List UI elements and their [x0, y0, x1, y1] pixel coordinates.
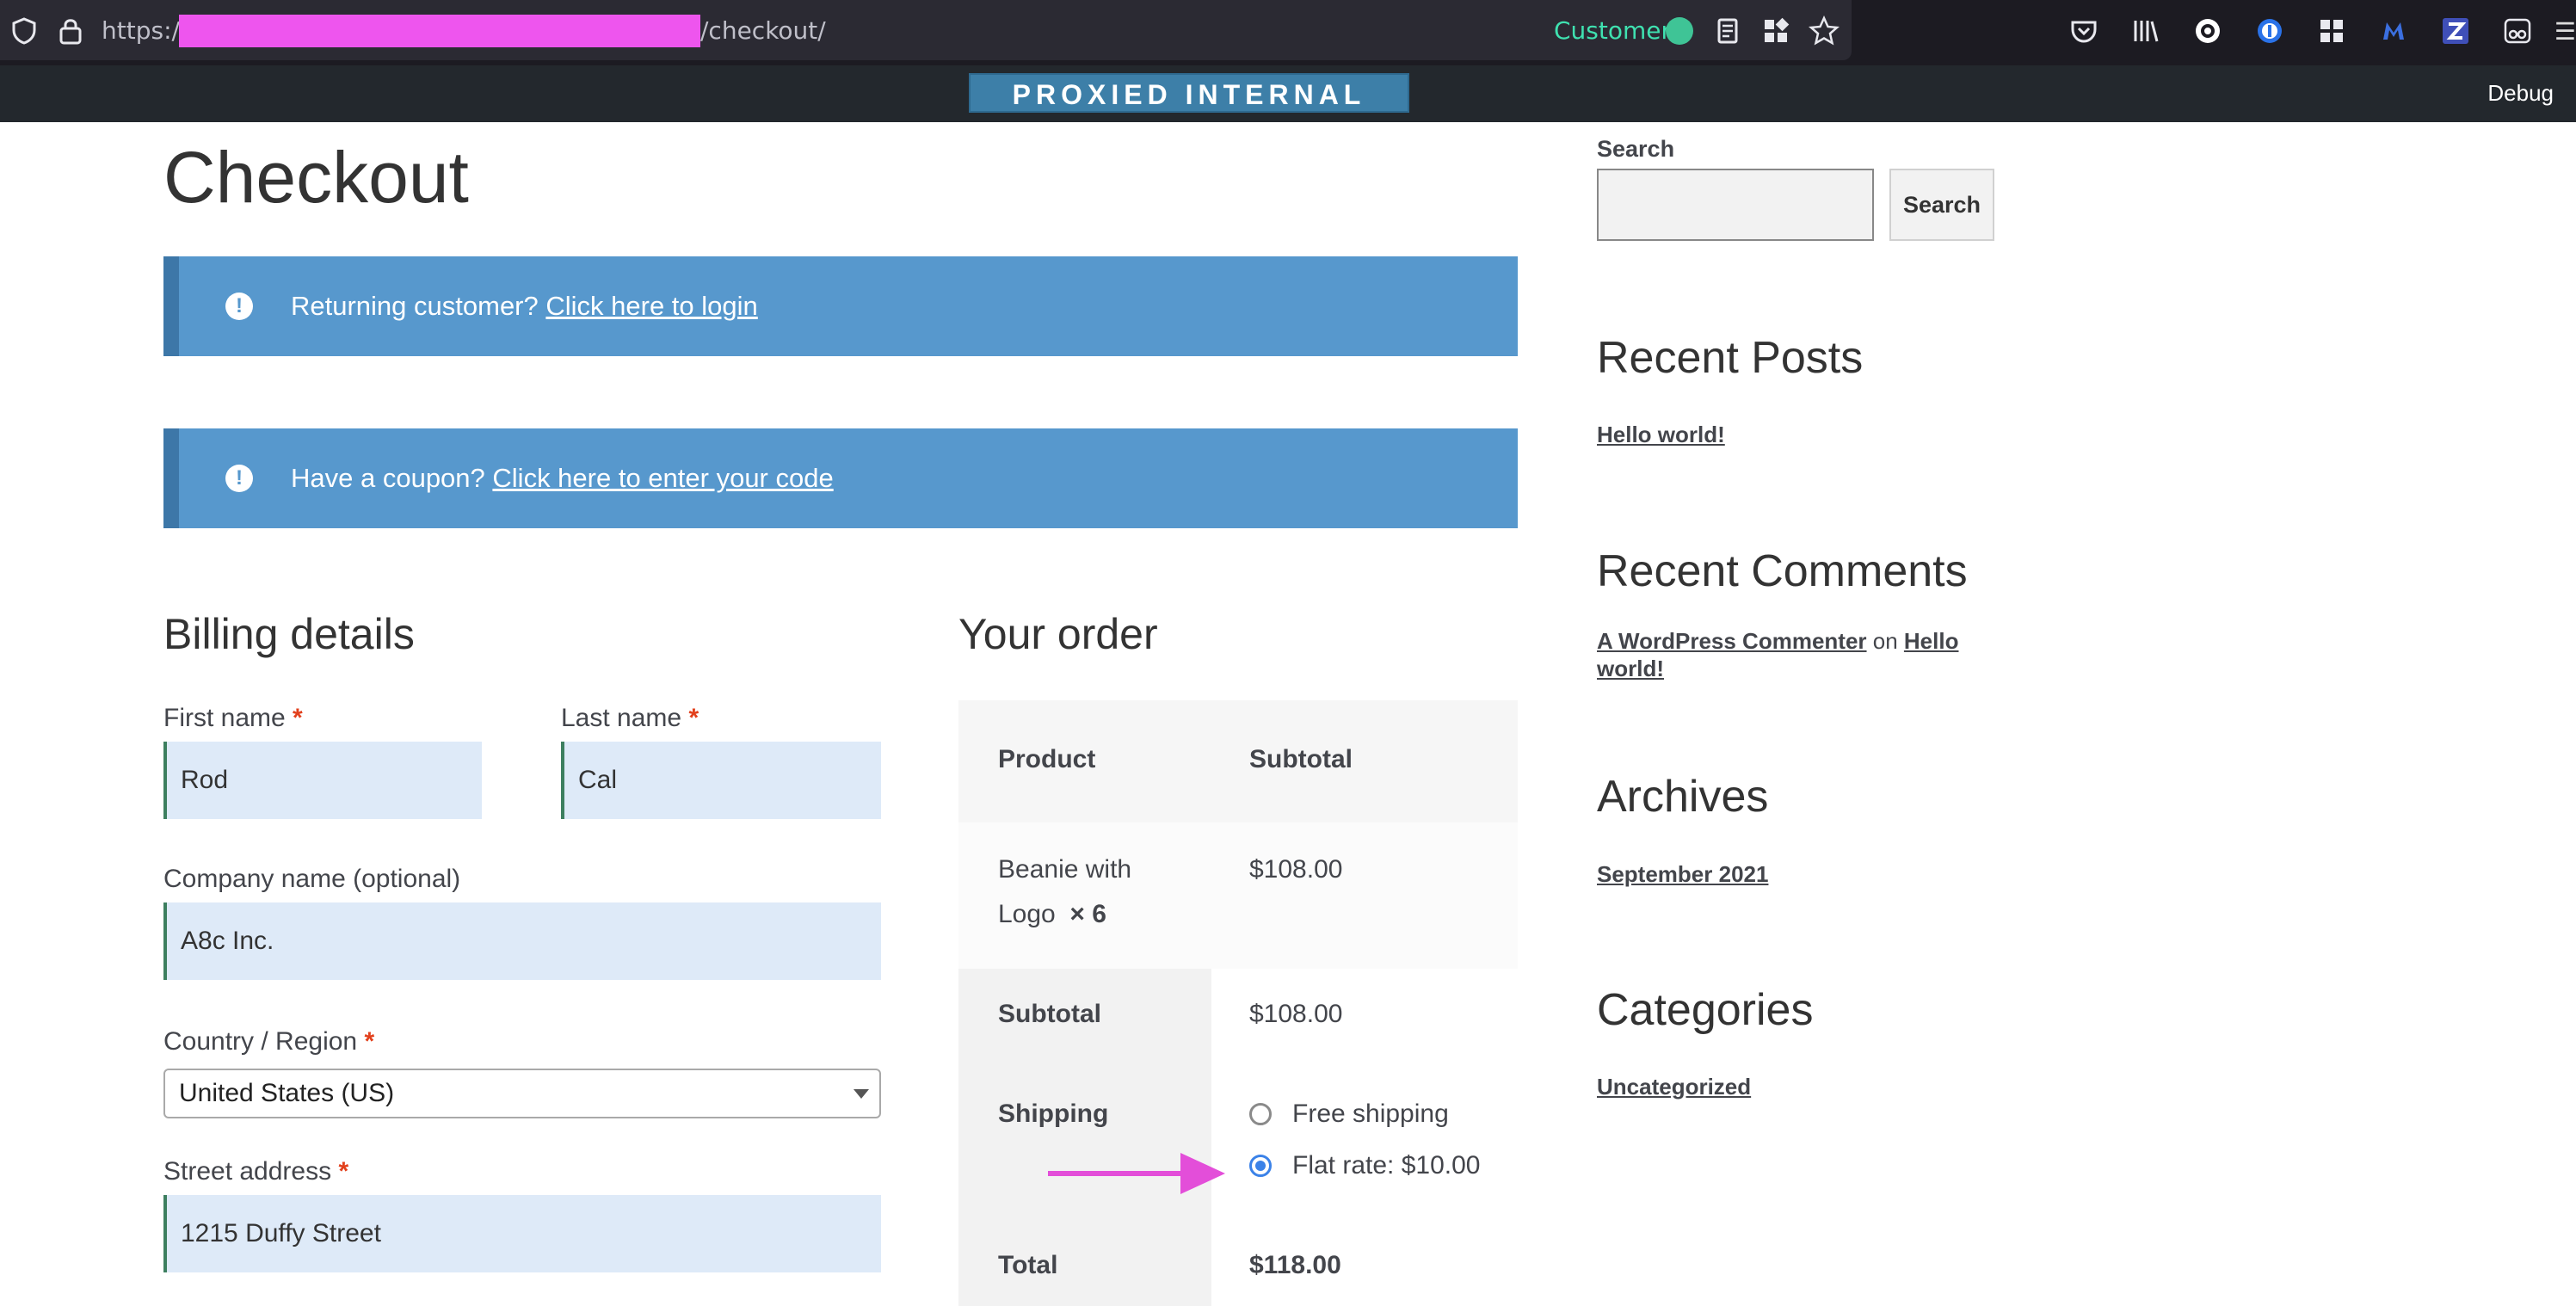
- country-select-value: United States (US): [179, 1079, 395, 1107]
- shield-icon[interactable]: [12, 17, 36, 45]
- library-icon[interactable]: [2130, 15, 2161, 46]
- pointer-arrow-head: [1180, 1153, 1225, 1194]
- free-shipping-radio[interactable]: [1249, 1103, 1272, 1125]
- street-address-field[interactable]: 1215 Duffy Street: [163, 1195, 881, 1272]
- login-notice: ! Returning customer? Click here to logi…: [163, 256, 1518, 356]
- login-notice-text: Returning customer? Click here to login: [291, 291, 758, 321]
- street-label: Street address *: [163, 1157, 349, 1186]
- recent-comment-entry: A WordPress Commenter on Hello world!: [1597, 628, 1959, 681]
- comment-author-link[interactable]: A WordPress Commenter: [1597, 628, 1867, 654]
- notice-exclamation-icon: !: [225, 465, 253, 492]
- o-extension-icon[interactable]: [2192, 15, 2223, 46]
- required-mark: *: [293, 704, 303, 732]
- flat-rate-label[interactable]: Flat rate: $10.00: [1292, 1151, 1480, 1180]
- glasses-icon[interactable]: [2502, 15, 2533, 46]
- company-field[interactable]: A8c Inc.: [163, 902, 881, 980]
- login-link[interactable]: Click here to login: [545, 291, 757, 321]
- total-value: $118.00: [1249, 1251, 1341, 1279]
- item-name: Beanie with: [998, 855, 1132, 884]
- required-mark: *: [338, 1157, 349, 1186]
- recent-posts-heading: Recent Posts: [1597, 333, 1864, 383]
- item-name-cont: Logo × 6: [998, 900, 1106, 928]
- order-item-row: [958, 822, 1518, 969]
- recent-post-link[interactable]: Hello world!: [1597, 422, 1725, 448]
- url-redaction: [179, 15, 700, 47]
- country-select[interactable]: United States (US): [163, 1069, 881, 1118]
- select-caret-icon: [854, 1089, 869, 1099]
- required-mark: *: [688, 704, 699, 732]
- grid-icon[interactable]: [2316, 15, 2347, 46]
- category-link[interactable]: Uncategorized: [1597, 1074, 1751, 1100]
- coupon-link[interactable]: Click here to enter your code: [492, 463, 833, 493]
- container-label[interactable]: Customer: [1554, 16, 1671, 45]
- categories-heading: Categories: [1597, 985, 1814, 1035]
- proxied-internal-banner: PROXIED INTERNAL: [969, 73, 1409, 113]
- debug-menu[interactable]: Debug: [2487, 80, 2554, 107]
- item-qty: × 6: [1069, 900, 1106, 928]
- country-label: Country / Region *: [163, 1027, 375, 1056]
- first-name-field[interactable]: Rod: [163, 742, 482, 819]
- z-icon[interactable]: [2440, 15, 2471, 46]
- company-label: Company name (optional): [163, 865, 461, 893]
- search-input[interactable]: [1597, 169, 1874, 241]
- pointer-arrow-icon: [1048, 1171, 1184, 1176]
- malwarebytes-icon[interactable]: [2378, 15, 2409, 46]
- extensions-icon[interactable]: [1760, 15, 1791, 46]
- col-product-header: Product: [998, 745, 1096, 773]
- notice-exclamation-icon: !: [225, 293, 253, 320]
- overflow-menu-icon[interactable]: ☰: [2554, 17, 2576, 46]
- search-button[interactable]: Search: [1889, 169, 1994, 241]
- flat-rate-radio[interactable]: [1249, 1155, 1272, 1177]
- lock-icon[interactable]: [59, 17, 83, 45]
- subtotal-label: Subtotal: [998, 1000, 1101, 1028]
- archive-link[interactable]: September 2021: [1597, 861, 1768, 888]
- reader-view-icon[interactable]: [1712, 15, 1743, 46]
- page-title: Checkout: [163, 137, 469, 218]
- required-mark: *: [364, 1027, 375, 1056]
- last-name-field[interactable]: Cal: [561, 742, 881, 819]
- order-heading: Your order: [958, 610, 1158, 658]
- container-dot-icon: [1666, 17, 1693, 45]
- url-bar[interactable]: https:// /checkout/ Customer: [0, 0, 1852, 60]
- item-price: $108.00: [1249, 855, 1343, 884]
- subtotal-value: $108.00: [1249, 1000, 1343, 1028]
- 1password-icon[interactable]: [2254, 15, 2285, 46]
- first-name-label: First name *: [163, 704, 303, 732]
- pocket-icon[interactable]: [2068, 15, 2099, 46]
- url-prefix: https://: [102, 16, 188, 45]
- url-path: /checkout/: [700, 16, 826, 45]
- recent-comments-heading: Recent Comments: [1597, 546, 1968, 596]
- free-shipping-label[interactable]: Free shipping: [1292, 1100, 1449, 1129]
- bookmark-star-icon[interactable]: [1809, 15, 1840, 46]
- coupon-notice-text: Have a coupon? Click here to enter your …: [291, 463, 834, 493]
- coupon-notice: ! Have a coupon? Click here to enter you…: [163, 428, 1518, 528]
- billing-heading: Billing details: [163, 610, 415, 658]
- last-name-label: Last name *: [561, 704, 699, 732]
- shipping-label: Shipping: [998, 1100, 1109, 1128]
- archives-heading: Archives: [1597, 772, 1769, 822]
- col-subtotal-header: Subtotal: [1249, 745, 1353, 773]
- total-label: Total: [998, 1251, 1058, 1279]
- search-label: Search: [1597, 136, 1675, 162]
